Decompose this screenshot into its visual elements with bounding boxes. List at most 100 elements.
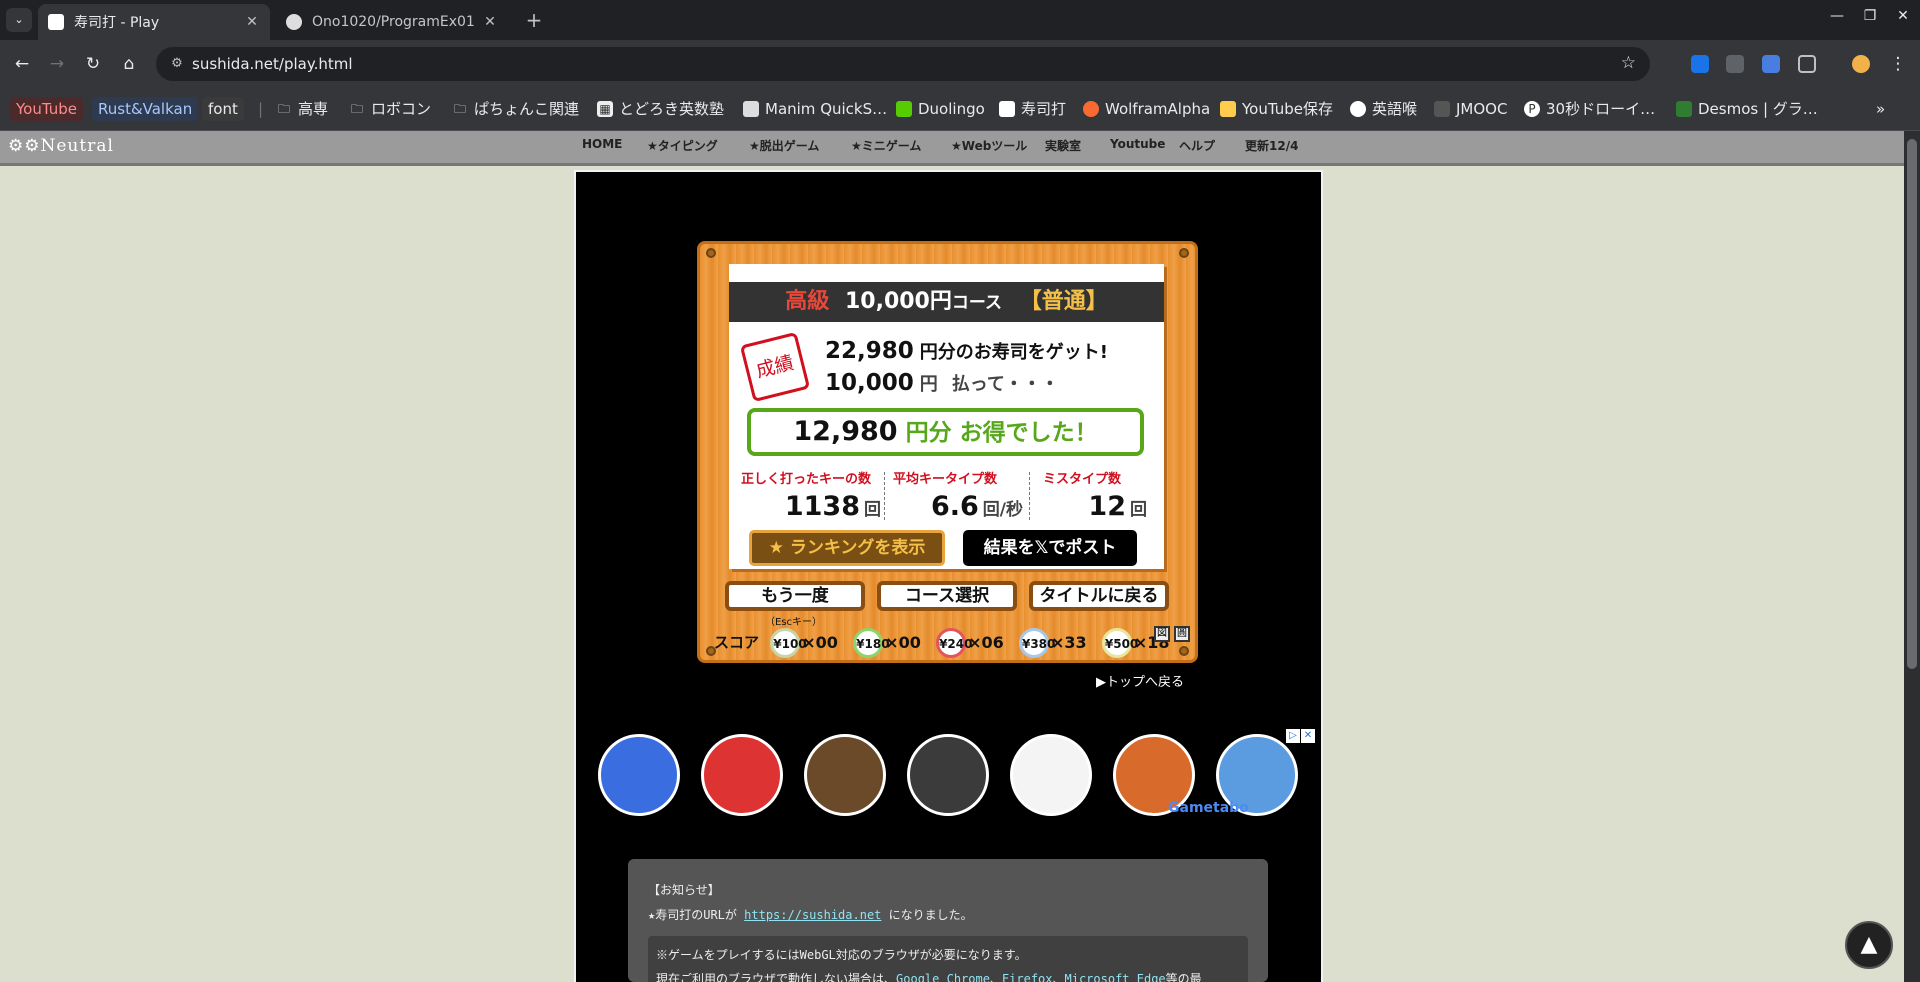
mini-table-icon[interactable]: 圓: [1174, 626, 1190, 642]
plate-count: ×33: [1050, 632, 1087, 652]
back-to-title-button[interactable]: タイトルに戻る: [1029, 581, 1169, 611]
minimize-icon[interactable]: —: [1822, 8, 1852, 24]
extension-icon[interactable]: [1726, 55, 1744, 73]
nav-typing[interactable]: ★タイピング: [647, 137, 718, 154]
home-icon[interactable]: ⌂: [117, 52, 141, 76]
bookmarks-bar: YouTube Rust&Valkan font | 🗀 高専 🗀 ロボコン 🗀 ぱち…: [0, 88, 1920, 131]
tab-close-icon[interactable]: ✕: [244, 14, 260, 30]
nav-mini-game[interactable]: ★ミニゲーム: [851, 137, 921, 154]
bookmark-youtube[interactable]: YouTube: [10, 97, 83, 121]
result-stamp: 成績: [739, 331, 811, 403]
address-bar[interactable]: ⚙ sushida.net/play.html ☆: [156, 47, 1650, 81]
bookmark-font[interactable]: font: [202, 97, 244, 121]
drawing-icon: P: [1524, 101, 1540, 117]
site-header: ⚙⚙Neutral HOME ★タイピング ★脱出ゲーム ★ミニゲーム ★Web…: [0, 131, 1904, 166]
stat-divider: [1029, 472, 1030, 520]
scary-teacher-game-icon[interactable]: [907, 734, 989, 816]
site-info-icon[interactable]: ⚙: [168, 55, 186, 73]
new-tab-icon[interactable]: +: [520, 6, 548, 34]
bookmark-eigonodo[interactable]: 英語喉: [1350, 97, 1417, 121]
minecraft-game-icon[interactable]: [804, 734, 886, 816]
extensions-puzzle-icon[interactable]: [1798, 55, 1816, 73]
download-icon[interactable]: [1691, 55, 1709, 73]
plate-100-icon: ¥100: [770, 628, 807, 658]
folder-icon: 🗀: [350, 102, 363, 116]
bookmark-folder-robocon[interactable]: 🗀 ロボコン: [349, 97, 431, 121]
site-logo[interactable]: ⚙⚙Neutral: [8, 136, 114, 156]
bookmark-wolfram[interactable]: WolframAlpha: [1083, 97, 1210, 121]
ranking-label: ランキングを表示: [789, 538, 926, 558]
bookmark-desmos[interactable]: Desmos | グラ…: [1676, 97, 1818, 121]
nav-youtube[interactable]: Youtube: [1110, 137, 1165, 151]
notice-browser-links[interactable]: Google Chrome、Firefox、Microsoft Edge: [896, 972, 1166, 982]
ad-close-icon[interactable]: ✕: [1301, 729, 1315, 743]
bookmark-30sec-drawing[interactable]: P 30秒ドローイ…: [1524, 97, 1655, 121]
mini-chart-icon[interactable]: 図: [1154, 626, 1170, 642]
nav-lab[interactable]: 実験室: [1045, 137, 1081, 154]
translate-icon[interactable]: [1762, 55, 1780, 73]
page-scrollbar[interactable]: [1904, 131, 1920, 982]
scroll-to-top-button[interactable]: ▲: [1845, 921, 1893, 969]
nail-icon: [706, 248, 716, 258]
profile-avatar[interactable]: [1852, 55, 1870, 73]
folder-icon: 🗀: [277, 102, 290, 116]
url-text[interactable]: sushida.net/play.html: [192, 55, 353, 73]
bookmark-todoroki[interactable]: ▦ とどろき英数塾: [597, 97, 724, 121]
nav-help[interactable]: ヘルプ: [1179, 137, 1215, 154]
scrollbar-thumb[interactable]: [1907, 139, 1917, 669]
plate-count: ×00: [802, 632, 838, 652]
course-select-button[interactable]: コース選択: [877, 581, 1017, 611]
back-icon[interactable]: ←: [10, 52, 34, 76]
show-ranking-button[interactable]: ★ ランキングを表示: [749, 530, 945, 566]
bookmark-manim[interactable]: Manim QuickS…: [743, 97, 887, 121]
reload-icon[interactable]: ↻: [81, 52, 105, 76]
post-to-x-button[interactable]: 結果を𝕏でポスト: [963, 530, 1137, 566]
tab-title: Ono1020/ProgramEx01: [312, 14, 475, 30]
bookmark-star-icon[interactable]: ☆: [1621, 53, 1636, 73]
bookmark-label: 寿司打: [1021, 100, 1067, 118]
bookmark-youtube-save[interactable]: YouTube保存: [1220, 97, 1333, 121]
bookmark-folder-kosen[interactable]: 🗀 高専: [276, 97, 328, 121]
ad-info-icon[interactable]: ▷: [1286, 729, 1300, 743]
bookmark-folder-pachonko[interactable]: 🗀 ぱちょんこ関連: [452, 97, 579, 121]
bookmark-jmooc[interactable]: JMOOC: [1434, 97, 1507, 121]
bookmark-rust-valkan[interactable]: Rust&Valkan: [92, 97, 199, 121]
bookmark-label: YouTube保存: [1242, 100, 1333, 118]
tab-search-icon[interactable]: ⌄: [6, 8, 32, 32]
tab-close-icon[interactable]: ✕: [482, 14, 498, 30]
snake-game-icon[interactable]: [598, 734, 680, 816]
retry-button[interactable]: もう一度: [725, 581, 865, 611]
notice-box: 【お知らせ】 ★寿司打のURLが https://sushida.net になり…: [628, 859, 1268, 982]
mario-game-icon[interactable]: [701, 734, 783, 816]
bookmarks-overflow-icon[interactable]: »: [1876, 97, 1885, 121]
baldi-game-icon[interactable]: [1010, 734, 1092, 816]
close-window-icon[interactable]: ✕: [1888, 8, 1918, 24]
forward-icon[interactable]: →: [45, 52, 69, 76]
tab-sushida[interactable]: 寿司打 - Play ✕: [38, 4, 270, 40]
nav-escape-game[interactable]: ★脱出ゲーム: [749, 137, 819, 154]
bookmark-label: Manim QuickS…: [765, 100, 888, 118]
menu-dots-icon[interactable]: ⋮: [1886, 52, 1910, 76]
nav-home[interactable]: HOME: [582, 137, 622, 151]
notice-url-link[interactable]: https://sushida.net: [744, 908, 881, 922]
star-icon: ★: [768, 538, 790, 558]
post-label: 結果を𝕏でポスト: [983, 538, 1117, 558]
bookmark-label: Rust&Valkan: [98, 100, 193, 118]
duolingo-icon: [896, 101, 912, 117]
manim-icon: [743, 101, 759, 117]
plate-180-icon: ¥180: [853, 628, 890, 658]
stat-value: 12 回: [1043, 491, 1147, 522]
score-plates: スコア ¥100×00 ¥180×00 ¥240×06 ¥380×33 ¥500…: [714, 628, 1174, 658]
paid-line: 10,000 円払って・・・: [825, 370, 1059, 396]
nav-web-tools[interactable]: ★Webツール: [951, 137, 1027, 154]
bookmark-label: Desmos | グラ…: [1698, 100, 1818, 118]
nail-icon: [1179, 248, 1189, 258]
plate-380-icon: ¥380: [1018, 628, 1055, 658]
tab-github[interactable]: Ono1020/ProgramEx01 ✕: [276, 4, 508, 40]
bookmark-label: WolframAlpha: [1105, 100, 1211, 118]
bookmark-sushida[interactable]: 寿司打: [999, 97, 1066, 121]
bookmark-duolingo[interactable]: Duolingo: [896, 97, 985, 121]
nav-update[interactable]: 更新12/4: [1245, 137, 1298, 154]
restore-icon[interactable]: ❐: [1855, 8, 1885, 24]
back-to-top-link[interactable]: ▶トップへ戻る: [1096, 671, 1184, 690]
